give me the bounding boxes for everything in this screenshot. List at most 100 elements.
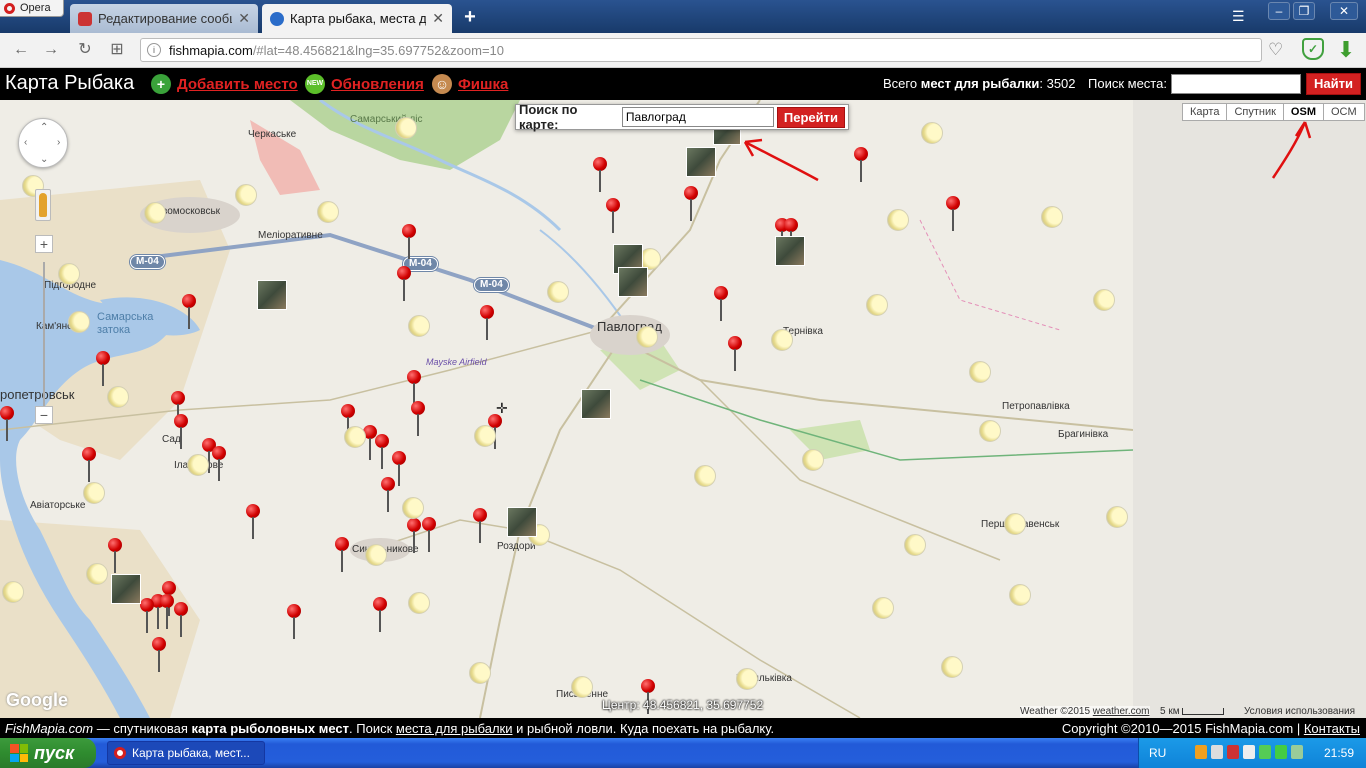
forum-favicon-icon [78,11,92,26]
url-path: /#lat=48.456821&lng=35.697752&zoom=10 [252,42,505,58]
pan-up-icon[interactable]: ⌃ [40,122,48,133]
crosshair-icon: ✛ [496,400,508,416]
pan-right-icon[interactable]: › [57,137,60,148]
clock: 21:59 [1323,746,1354,760]
zoom-in-button[interactable]: + [35,235,53,253]
contacts-link[interactable]: Контакты [1304,721,1360,736]
language-indicator[interactable]: RU [1149,746,1166,760]
new-badge-icon: NEW [305,74,325,94]
update-icon[interactable] [1259,745,1271,759]
zoom-slider[interactable] [43,262,45,412]
street-view-pegman-icon[interactable] [35,189,51,221]
tab-close-icon[interactable]: ✕ [238,10,250,27]
terms-link[interactable]: Условия использования [1244,706,1355,717]
address-toolbar: ← → ↻ ⊞ i fishmapia.com/#lat=48.456821&l… [0,33,1366,68]
place-search-input[interactable] [1171,74,1301,94]
volume-icon[interactable] [1195,745,1207,759]
pan-control[interactable]: ⌃ ⌄ ‹ › [18,118,68,168]
copyright-text: Copyright ©2010—2015 FishMapia.com | [1061,721,1304,736]
map-type-satellite[interactable]: Спутник [1226,103,1284,121]
scale-indicator: 5 км [1160,706,1225,717]
nvidia-icon[interactable] [1275,745,1287,759]
site-info-icon[interactable]: i [147,43,161,57]
start-button[interactable]: пуск [0,738,96,768]
windows-flag-icon [10,744,28,762]
footer-text: — спутниковая [93,721,192,736]
zoom-out-button[interactable]: − [35,406,53,424]
url-domain: fishmapia.com [169,42,253,58]
places-total: Всего мест для рыбалки: 3502 [883,76,1076,91]
totals-value: : 3502 [1039,76,1076,91]
tab-title: Карта рыбака, места для рыбалки [290,11,427,26]
new-tab-button[interactable]: + [460,6,480,29]
back-icon[interactable]: ← [10,40,32,60]
opera-task-icon [114,747,126,759]
pan-left-icon[interactable]: ‹ [24,137,27,148]
plus-icon: + [151,74,171,94]
updates-link[interactable]: NEW Обновления [305,74,424,94]
shield-extension-icon[interactable]: ✓ [1302,38,1324,60]
restore-button[interactable]: ❐ [1293,2,1315,20]
reload-icon[interactable]: ↻ [74,40,96,60]
weather-link[interactable]: weather.com [1093,706,1150,717]
annotation-arrows [743,121,1312,182]
antivirus-icon[interactable] [1227,745,1239,759]
close-window-button[interactable]: ✕ [1330,2,1358,20]
footer-description: FishMapia.com — спутниковая карта рыболо… [5,721,774,736]
google-logo[interactable]: Google [6,690,68,711]
pan-down-icon[interactable]: ⌄ [40,154,48,165]
download-extension-icon[interactable]: ⬇ [1334,37,1358,63]
user-icon: ☺ [432,74,452,94]
tab-menu-icon[interactable]: ☰ [1232,8,1245,25]
footer-places-link[interactable]: места для рыбалки [396,721,513,736]
feature-label[interactable]: Фишка [458,76,508,93]
speed-dial-icon[interactable]: ⊞ [106,40,128,60]
map-search-label: Поиск по карте: [519,102,578,132]
bookmark-heart-icon[interactable]: ♡ [1268,40,1283,60]
map-search-input[interactable] [621,107,774,127]
site-title[interactable]: Карта Рыбака [5,72,134,95]
weather-attribution: Weather ©2015 weather.com [1020,706,1150,717]
updates-label[interactable]: Обновления [331,76,424,93]
map-search-box: Поиск по карте: Перейти [515,102,849,132]
go-button[interactable]: Перейти [776,106,845,128]
opera-menu-button[interactable]: Opera [0,0,64,17]
feature-link[interactable]: ☺ Фишка [432,74,508,94]
forward-icon[interactable]: → [40,40,62,60]
site-footer: FishMapia.com — спутниковая карта рыболо… [0,718,1366,738]
footer-text: и рыбной ловли. Куда поехать на рыбалку. [512,721,775,736]
map-type-map[interactable]: Карта [1182,103,1228,121]
tray-icons [1195,745,1303,759]
tab-edit-message[interactable]: Редактирование сообщения ✕ [70,4,258,33]
totals-prefix: Всего [883,76,918,91]
site-header: Карта Рыбака + Добавить место NEW Обновл… [0,68,1366,100]
map-centre-coords: Центр: 48.456821, 35.697752 [602,698,764,712]
windows-taskbar: пуск Карта рыбака, мест... RU 21:59 [0,738,1366,768]
tab-close-icon[interactable]: ✕ [432,10,444,27]
footer-text: . Поиск [349,721,396,736]
tab-title: Редактирование сообщения [98,11,232,26]
fishing-map[interactable]: Черкаське вомосковськ Меліоративне Підго… [0,100,1366,718]
system-tray: RU 21:59 [1138,738,1366,768]
map-type-switcher: Карта Спутник OSM OCM [1182,103,1365,121]
tab-fishmapia[interactable]: Карта рыбака, места для рыбалки ✕ [262,4,452,33]
add-place-link[interactable]: + Добавить место [151,74,298,94]
task-label: Карта рыбака, мест... [132,746,250,760]
scale-bar [1182,707,1225,715]
tray-app-icon[interactable] [1291,745,1303,759]
totals-bold: мест для рыбалки [920,76,1040,91]
footer-bold: карта рыболовных мест [191,721,350,736]
start-label: пуск [34,742,75,763]
browser-tabstrip: Opera Редактирование сообщения ✕ Карта р… [0,0,1366,33]
add-place-label[interactable]: Добавить место [177,76,298,93]
minimize-button[interactable]: – [1268,2,1290,20]
map-type-osm[interactable]: OSM [1282,103,1324,121]
address-bar[interactable]: i fishmapia.com/#lat=48.456821&lng=35.69… [140,38,1262,62]
map-type-ocm[interactable]: OCM [1322,103,1365,121]
network-icon[interactable] [1243,745,1255,759]
footer-copyright: Copyright ©2010—2015 FishMapia.com | Кон… [1062,721,1360,736]
find-button[interactable]: Найти [1306,73,1361,95]
usb-icon[interactable] [1211,745,1223,759]
taskbar-opera-window[interactable]: Карта рыбака, мест... [107,741,265,765]
scale-label: 5 км [1160,706,1180,717]
